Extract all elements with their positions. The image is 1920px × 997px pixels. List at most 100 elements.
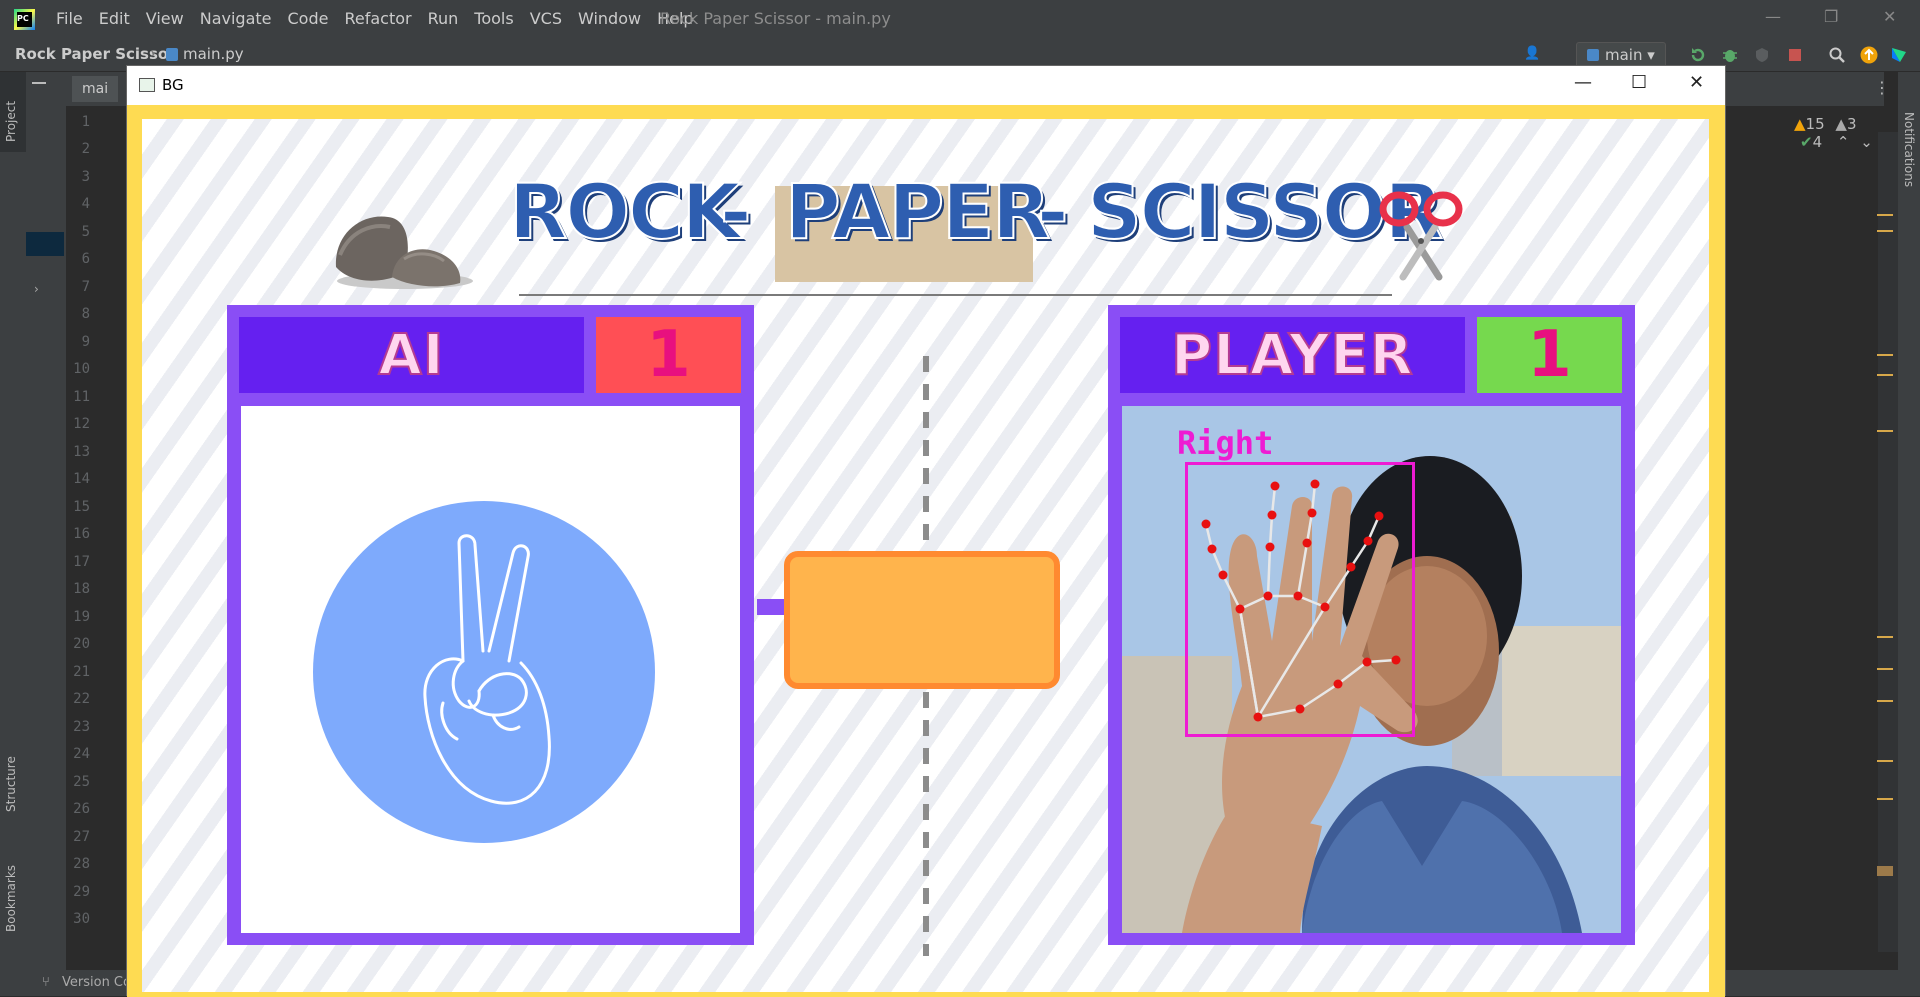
warning-icon: ▲	[1794, 115, 1806, 133]
breadcrumb-file[interactable]: main.py	[166, 45, 244, 63]
player-label: PLAYER	[1170, 322, 1414, 389]
line-number: 27	[73, 829, 90, 845]
selected-tree-row[interactable]	[26, 232, 64, 256]
project-tool-label: Project	[4, 100, 18, 142]
line-number: 20	[73, 636, 90, 652]
bg-window-titlebar: BG — ☐ ✕	[127, 66, 1725, 105]
error-stripe-mark[interactable]	[1877, 798, 1893, 800]
menu-window[interactable]: Window	[578, 9, 641, 28]
line-number: 21	[73, 664, 90, 680]
game-frame: ROCK - PAPER - SCISSOR AI 1 PLAYER 1 Rig…	[127, 105, 1725, 997]
hand-landmarks	[1201, 479, 1401, 722]
tree-expand-icon[interactable]: ›	[34, 282, 39, 296]
error-stripe-mark[interactable]	[1877, 700, 1893, 702]
menu-run[interactable]: Run	[428, 9, 459, 28]
line-number: 22	[73, 691, 90, 707]
breadcrumb-separator-icon: ›	[150, 44, 156, 62]
error-stripe-mark[interactable]	[1877, 430, 1893, 432]
left-tool-strip: Project Structure Bookmarks	[0, 72, 26, 977]
error-stripe-mark[interactable]	[1877, 760, 1893, 762]
bg-maximize-icon[interactable]: ☐	[1631, 72, 1647, 93]
result-box	[784, 551, 1060, 689]
webcam-feed: Right	[1122, 406, 1621, 933]
menu-view[interactable]: View	[146, 9, 184, 28]
line-number: 23	[73, 719, 90, 735]
weak-warning-icon: ▲	[1835, 115, 1847, 133]
bg-close-icon[interactable]: ✕	[1689, 72, 1704, 93]
panel-minimize-icon[interactable]	[32, 82, 46, 84]
coverage-icon[interactable]	[1753, 46, 1771, 64]
bookmarks-tool-label[interactable]: Bookmarks	[4, 865, 18, 932]
menu-tools[interactable]: Tools	[474, 9, 513, 28]
python-file-icon	[166, 48, 178, 61]
right-tool-strip: Notifications	[1898, 72, 1920, 977]
project-tool-tab[interactable]: Project	[0, 72, 26, 152]
ide-titlebar: PC File Edit View Navigate Code Refactor…	[0, 0, 1920, 37]
line-number: 18	[73, 581, 90, 597]
ai-panel: AI 1	[227, 305, 754, 945]
ai-move-display	[241, 406, 740, 933]
structure-tool-label[interactable]: Structure	[4, 756, 18, 812]
ide-restore-icon[interactable]: ❐	[1824, 7, 1838, 26]
previous-highlight-icon[interactable]: ⌃	[1837, 133, 1850, 151]
version-control-tab[interactable]: Version Co	[62, 975, 131, 990]
line-number: 7	[81, 279, 90, 295]
line-number: 24	[73, 746, 90, 762]
error-stripe-mark[interactable]	[1877, 374, 1893, 376]
stop-icon[interactable]	[1786, 46, 1804, 64]
line-number: 29	[73, 884, 90, 900]
editor-scrollbar[interactable]	[1878, 132, 1898, 952]
ide-minimize-icon[interactable]: —	[1765, 7, 1781, 26]
rock-icon	[335, 216, 473, 289]
rerun-icon[interactable]	[1689, 46, 1707, 64]
jetbrains-toolbox-icon[interactable]	[1890, 46, 1908, 64]
ai-label-box: AI	[239, 317, 584, 393]
user-icon[interactable]: 👤▾	[1524, 46, 1546, 76]
peace-hand-icon	[313, 501, 655, 843]
weak-warning-count: 3	[1846, 115, 1857, 133]
error-stripe-mark[interactable]	[1877, 230, 1893, 232]
game-canvas: ROCK - PAPER - SCISSOR AI 1 PLAYER 1 Rig…	[142, 119, 1709, 992]
menu-navigate[interactable]: Navigate	[200, 9, 272, 28]
version-control-icon: ⑂	[42, 975, 50, 990]
notifications-tool-label[interactable]: Notifications	[1902, 112, 1916, 187]
breadcrumb-file-label: main.py	[183, 45, 244, 63]
menu-file[interactable]: File	[56, 9, 83, 28]
update-icon[interactable]	[1860, 46, 1878, 64]
error-stripe-mark[interactable]	[1877, 668, 1893, 670]
bg-minimize-icon[interactable]: —	[1574, 72, 1592, 93]
debug-icon[interactable]	[1721, 46, 1739, 64]
error-stripe-mark[interactable]	[1877, 636, 1893, 638]
project-panel: ›	[26, 72, 66, 977]
search-icon[interactable]	[1828, 46, 1846, 64]
menu-edit[interactable]: Edit	[99, 9, 130, 28]
warning-count: 15	[1805, 115, 1825, 133]
line-number: 12	[73, 416, 90, 432]
run-config-label: main	[1605, 46, 1643, 64]
error-stripe-mark[interactable]	[1877, 354, 1893, 356]
python-icon	[1587, 49, 1599, 61]
line-number: 8	[81, 306, 90, 322]
line-number: 3	[81, 169, 90, 185]
menu-code[interactable]: Code	[288, 9, 329, 28]
next-highlight-icon[interactable]: ⌄	[1860, 133, 1873, 151]
tab-menu-icon[interactable]: ⋮	[1874, 78, 1890, 97]
scissors-icon	[1379, 191, 1463, 281]
title-underline	[519, 294, 1392, 296]
ide-close-icon[interactable]: ✕	[1883, 7, 1896, 26]
player-score: 1	[1527, 318, 1572, 392]
title-paper: PAPER	[784, 166, 1052, 257]
menu-bar: File Edit View Navigate Code Refactor Ru…	[56, 0, 710, 37]
menu-refactor[interactable]: Refactor	[344, 9, 411, 28]
title-dash: -	[719, 166, 752, 257]
editor-tab-main[interactable]: mai	[72, 76, 119, 102]
error-stripe-mark[interactable]	[1877, 214, 1893, 216]
check-icon: ✔	[1800, 133, 1813, 151]
line-number: 15	[73, 499, 90, 515]
line-number-gutter: 1 2 3 4 5 6 7 8 9 10 11 12 13 14 15 16 1…	[66, 106, 124, 977]
line-number: 25	[73, 774, 90, 790]
inspection-widget[interactable]: ▲15 ▲3 ✔4 ⌃ ⌄	[1794, 115, 1884, 151]
menu-vcs[interactable]: VCS	[530, 9, 562, 28]
line-number: 10	[73, 361, 90, 377]
error-stripe-mark[interactable]	[1877, 866, 1893, 876]
